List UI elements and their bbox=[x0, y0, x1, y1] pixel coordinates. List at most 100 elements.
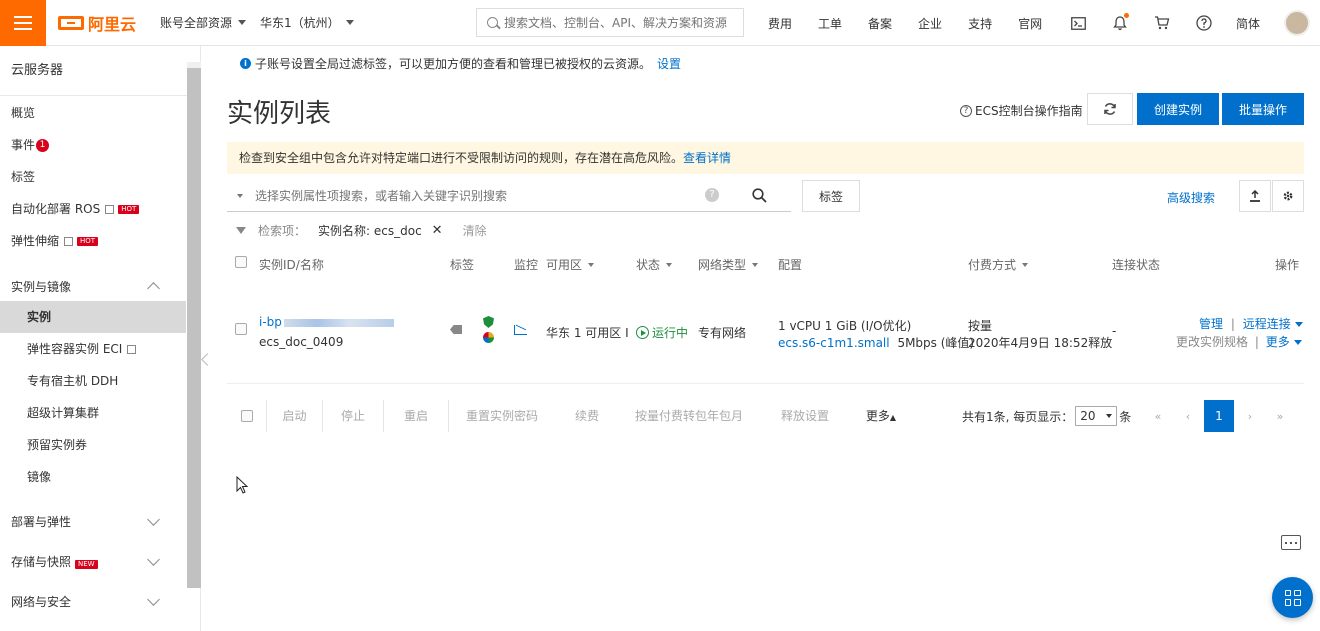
col-billing[interactable]: 付费方式 bbox=[968, 256, 1029, 273]
bulk-select-all-checkbox[interactable] bbox=[227, 400, 267, 432]
help-icon[interactable] bbox=[1194, 13, 1214, 33]
sidebar-group-network-security[interactable]: 网络与安全 bbox=[0, 581, 186, 621]
attribute-search[interactable] bbox=[227, 180, 727, 212]
select-all-checkbox[interactable] bbox=[235, 256, 247, 268]
security-warning-banner: 检查到安全组中包含允许对特定端口进行不受限制访问的规则，存在潜在高危风险。查看详… bbox=[227, 142, 1304, 174]
console-guide-link[interactable]: ? ECS控制台操作指南 bbox=[960, 102, 1083, 119]
col-connection-status: 连接状态 bbox=[1112, 258, 1161, 272]
bulk-start-button[interactable]: 启动 bbox=[267, 400, 323, 432]
zone-value: 华东 1 可用区 I bbox=[546, 326, 629, 340]
sidebar-item-images[interactable]: 镜像 bbox=[0, 461, 200, 493]
global-search-input[interactable] bbox=[504, 15, 734, 30]
next-page-button[interactable]: › bbox=[1235, 400, 1265, 432]
top-link-official-site[interactable]: 官网 bbox=[1018, 15, 1042, 32]
top-link-icp[interactable]: 备案 bbox=[868, 15, 892, 32]
bulk-release-settings-button[interactable]: 释放设置 bbox=[759, 400, 851, 432]
sidebar-scrollbar-thumb[interactable] bbox=[187, 68, 201, 588]
top-link-support[interactable]: 支持 bbox=[968, 15, 992, 32]
sidebar-item-overview[interactable]: 概览 bbox=[0, 97, 200, 129]
menu-icon bbox=[14, 15, 32, 30]
export-button[interactable] bbox=[1239, 180, 1271, 212]
bulk-renew-button[interactable]: 续费 bbox=[555, 400, 619, 432]
bulk-restart-button[interactable]: 重启 bbox=[384, 400, 449, 432]
bulk-stop-button[interactable]: 停止 bbox=[323, 400, 384, 432]
bulk-more-button[interactable]: 更多▲ bbox=[853, 400, 909, 432]
remote-connect-link[interactable]: 远程连接 bbox=[1243, 317, 1291, 331]
col-status[interactable]: 状态 bbox=[636, 256, 673, 273]
sidebar-item-reserved-instances[interactable]: 预留实例券 bbox=[0, 429, 200, 461]
top-link-billing[interactable]: 费用 bbox=[768, 15, 792, 32]
clear-criteria-link[interactable]: 清除 bbox=[463, 222, 487, 239]
sidebar-group-instances-images[interactable]: 实例与镜像 bbox=[0, 271, 186, 301]
sidebar-item-ddh[interactable]: 专有宿主机 DDH bbox=[0, 365, 200, 397]
sidebar-collapse-icon[interactable] bbox=[201, 353, 214, 366]
sidebar-item-autoscaling[interactable]: 弹性伸缩 HOT bbox=[0, 225, 200, 257]
bulk-convert-billing-button[interactable]: 按量付费转包年包月 bbox=[619, 400, 759, 432]
column-settings-button[interactable] bbox=[1272, 180, 1304, 212]
col-network-type[interactable]: 网络类型 bbox=[698, 256, 759, 273]
instance-id-link[interactable]: i-bp bbox=[259, 315, 394, 329]
prev-page-button[interactable]: ‹ bbox=[1173, 400, 1203, 432]
user-avatar[interactable] bbox=[1284, 10, 1311, 36]
bulk-operations-button[interactable]: 批量操作 bbox=[1222, 93, 1304, 125]
row-checkbox[interactable] bbox=[235, 323, 247, 335]
top-link-tickets[interactable]: 工单 bbox=[818, 15, 842, 32]
more-actions-link[interactable]: 更多 bbox=[1266, 335, 1290, 349]
bulk-reset-password-button[interactable]: 重置实例密码 bbox=[449, 400, 555, 432]
col-config: 配置 bbox=[778, 258, 803, 272]
remove-criteria-icon[interactable]: ✕ bbox=[432, 223, 443, 238]
terminal-icon[interactable] bbox=[1068, 13, 1088, 33]
page-size-select[interactable]: 20 bbox=[1075, 406, 1118, 426]
feedback-chat-button[interactable] bbox=[1281, 535, 1303, 555]
aliyun-logo[interactable]: 阿里云 bbox=[58, 11, 146, 35]
global-search[interactable] bbox=[476, 8, 744, 37]
top-link-enterprise[interactable]: 企业 bbox=[918, 15, 942, 32]
chevron-down-icon bbox=[147, 552, 160, 566]
sidebar-item-ros[interactable]: 自动化部署 ROS HOT bbox=[0, 193, 200, 225]
sidebar-title: 云服务器 bbox=[0, 46, 200, 96]
tag-icon[interactable] bbox=[450, 325, 462, 334]
region-dropdown[interactable]: 华东1（杭州） bbox=[260, 14, 354, 31]
refresh-icon bbox=[1104, 103, 1116, 115]
col-monitoring: 监控 bbox=[514, 258, 539, 272]
help-circle-icon[interactable]: ? bbox=[705, 188, 719, 202]
play-circle-icon bbox=[636, 326, 649, 339]
bell-icon[interactable] bbox=[1110, 13, 1130, 33]
account-scope-dropdown[interactable]: 账号全部资源 bbox=[160, 14, 247, 31]
quick-access-button[interactable] bbox=[1272, 577, 1313, 618]
sidebar-item-eci[interactable]: 弹性容器实例 ECI bbox=[0, 333, 200, 365]
sidebar-item-tags[interactable]: 标签 bbox=[0, 161, 200, 193]
refresh-button[interactable] bbox=[1087, 93, 1133, 125]
sidebar-item-instances[interactable]: 实例 bbox=[0, 301, 186, 333]
language-switch[interactable]: 简体 bbox=[1236, 15, 1260, 32]
advanced-search-link[interactable]: 高级搜索 bbox=[1167, 189, 1215, 206]
sidebar-item-events[interactable]: 事件 1 bbox=[0, 129, 200, 161]
tag-filter-button[interactable]: 标签 bbox=[802, 180, 860, 212]
current-page-button[interactable]: 1 bbox=[1204, 400, 1234, 432]
col-zone[interactable]: 可用区 bbox=[546, 256, 595, 273]
change-spec-link: 更改实例规格 | 更多 bbox=[1176, 333, 1302, 350]
first-page-button[interactable]: « bbox=[1143, 400, 1173, 432]
view-details-link[interactable]: 查看详情 bbox=[683, 151, 731, 165]
security-shield-icon[interactable] bbox=[483, 316, 494, 328]
create-instance-button[interactable]: 创建实例 bbox=[1137, 93, 1219, 125]
search-icon bbox=[487, 17, 498, 28]
monitoring-chart-icon[interactable] bbox=[514, 325, 527, 335]
caret-down-icon bbox=[752, 262, 759, 267]
sidebar-item-scc[interactable]: 超级计算集群 bbox=[0, 397, 200, 429]
hamburger-menu-button[interactable] bbox=[0, 0, 46, 46]
cart-icon[interactable] bbox=[1152, 13, 1172, 33]
settings-link[interactable]: 设置 bbox=[657, 55, 681, 72]
sidebar-group-deployment[interactable]: 部署与弹性 bbox=[0, 501, 186, 541]
top-links: 费用 工单 备案 企业 支持 官网 bbox=[768, 0, 1068, 46]
caret-down-icon bbox=[345, 20, 354, 25]
spec-value: 1 vCPU 1 GiB (I/O优化) bbox=[778, 319, 912, 333]
search-criteria-row: 检索项： 实例名称: ecs_doc ✕ 清除 bbox=[236, 222, 487, 238]
sidebar-group-storage[interactable]: 存储与快照 NEW bbox=[0, 541, 186, 581]
chevron-up-icon bbox=[147, 281, 160, 295]
attribute-search-input[interactable] bbox=[255, 188, 685, 203]
col-instance-id: 实例ID/名称 bbox=[259, 258, 324, 272]
search-button[interactable] bbox=[727, 180, 791, 212]
apps-grid-icon bbox=[1284, 589, 1301, 606]
last-page-button[interactable]: » bbox=[1265, 400, 1295, 432]
